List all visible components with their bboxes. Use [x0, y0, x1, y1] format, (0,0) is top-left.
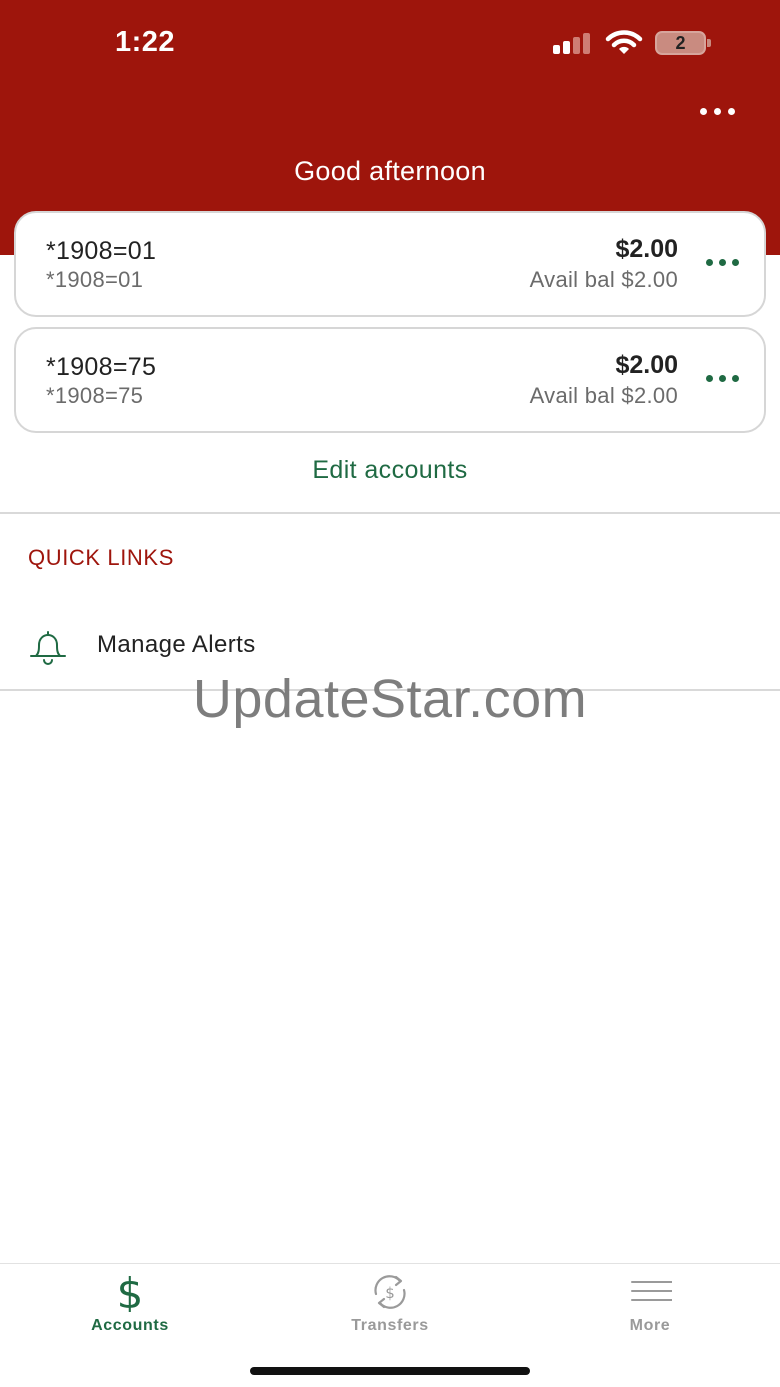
- header-more-button[interactable]: [697, 100, 739, 124]
- svg-text:$: $: [385, 1284, 395, 1302]
- signal-icon: [553, 32, 595, 54]
- section-divider: [0, 512, 780, 514]
- account-available-balance: Avail bal $2.00: [529, 267, 678, 292]
- tab-more[interactable]: More: [520, 1264, 780, 1354]
- account-balance: $2.00: [615, 235, 678, 263]
- dollar-icon: $: [117, 1272, 144, 1312]
- battery-level: 2: [675, 33, 686, 53]
- account-name: *1908=01: [46, 237, 157, 265]
- wifi-icon: [605, 30, 643, 54]
- hamburger-menu-icon: [631, 1281, 672, 1301]
- tab-label: Accounts: [91, 1317, 169, 1334]
- transfer-icon: $: [374, 1275, 406, 1309]
- home-indicator: [250, 1367, 530, 1375]
- account-card[interactable]: *1908=75 *1908=75 $2.00 Avail bal $2.00: [14, 327, 766, 433]
- quick-link-label: Manage Alerts: [97, 631, 256, 658]
- account-more-button[interactable]: [704, 251, 740, 275]
- tab-transfers[interactable]: $ Transfers: [260, 1264, 520, 1354]
- account-name: *1908=75: [46, 353, 157, 381]
- quick-links-heading: QUICK LINKS: [28, 545, 174, 570]
- account-more-button[interactable]: [704, 367, 740, 391]
- status-time: 1:22: [115, 26, 176, 58]
- account-number: *1908=01: [46, 267, 144, 292]
- tab-label: More: [629, 1317, 671, 1334]
- bell-icon: [30, 631, 66, 665]
- greeting-text: Good afternoon: [294, 156, 486, 186]
- tab-accounts[interactable]: $ Accounts: [0, 1264, 260, 1354]
- tab-label: Transfers: [351, 1317, 429, 1334]
- watermark: UpdateStar.com: [192, 669, 588, 729]
- account-balance: $2.00: [615, 351, 678, 379]
- edit-accounts-link[interactable]: Edit accounts: [0, 456, 780, 485]
- account-card[interactable]: *1908=01 *1908=01 $2.00 Avail bal $2.00: [14, 211, 766, 317]
- account-available-balance: Avail bal $2.00: [529, 383, 678, 408]
- account-number: *1908=75: [46, 383, 144, 408]
- battery-icon: 2: [655, 31, 711, 55]
- svg-text:$: $: [117, 1272, 144, 1312]
